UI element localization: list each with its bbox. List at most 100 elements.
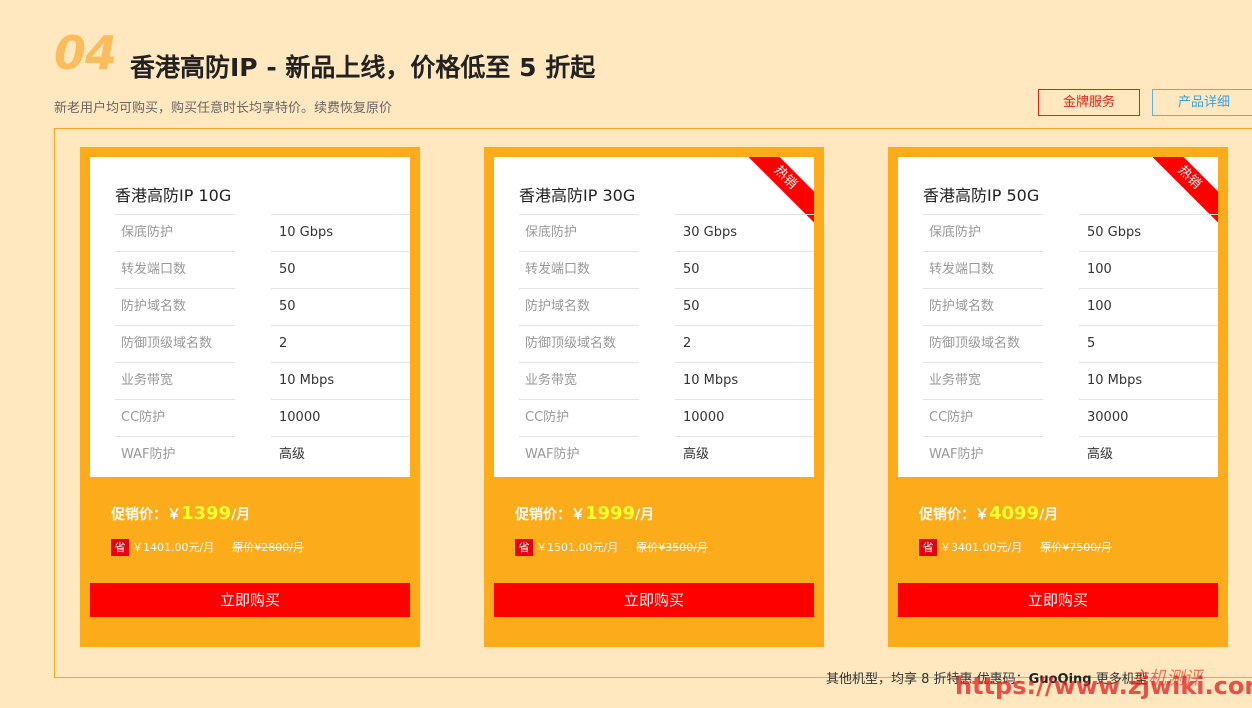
spec-value: 10 Mbps — [271, 362, 410, 399]
spec-key: WAF防护 — [519, 436, 639, 473]
savings-line: 省 ￥3401.00元/月 原价¥7500/月 — [919, 539, 1112, 556]
spec-value: 30 Gbps — [675, 214, 814, 251]
card-title: 香港高防IP 50G — [923, 186, 1040, 205]
spec-row: WAF防护 高级 — [519, 436, 814, 473]
save-amount: ￥1401.00元/月 — [132, 541, 215, 554]
spec-row: CC防护 30000 — [923, 399, 1218, 436]
spec-row: 防御顶级域名数 2 — [519, 325, 814, 362]
spec-key: CC防护 — [923, 399, 1043, 436]
spec-list: 保底防护 50 Gbps 转发端口数 100 防护域名数 100 防御顶级域名数 5 业… — [923, 214, 1218, 473]
spec-key: 业务带宽 — [519, 362, 639, 399]
spec-value: 10 Mbps — [675, 362, 814, 399]
original-price: 原价¥7500/月 — [1040, 541, 1112, 554]
product-card-30g: 热销 香港高防IP 30G 保底防护 30 Gbps 转发端口数 50 防护域名数 5… — [484, 147, 824, 647]
spec-key: 保底防护 — [115, 214, 235, 251]
spec-panel: 热销 香港高防IP 30G 保底防护 30 Gbps 转发端口数 50 防护域名数 5… — [494, 157, 814, 477]
spec-row: 转发端口数 50 — [115, 251, 410, 288]
spec-row: 保底防护 10 Gbps — [115, 214, 410, 251]
spec-value: 50 Gbps — [1079, 214, 1218, 251]
promo-price: 促销价：￥1999/月 — [515, 503, 654, 524]
spec-key: WAF防护 — [923, 436, 1043, 473]
spec-key: 防御顶级域名数 — [519, 325, 639, 362]
price-unit: /月 — [635, 507, 655, 523]
spec-row: 防护域名数 100 — [923, 288, 1218, 325]
spec-value: 50 — [675, 288, 814, 325]
spec-row: CC防护 10000 — [519, 399, 814, 436]
product-card-50g: 热销 香港高防IP 50G 保底防护 50 Gbps 转发端口数 100 防护域名数… — [888, 147, 1228, 647]
spec-row: CC防护 10000 — [115, 399, 410, 436]
spec-row: 保底防护 30 Gbps — [519, 214, 814, 251]
spec-value: 10000 — [271, 399, 410, 436]
spec-key: WAF防护 — [115, 436, 235, 473]
savings-line: 省 ￥1401.00元/月 原价¥2800/月 — [111, 539, 304, 556]
spec-value: 高级 — [1079, 436, 1218, 473]
watermark-url: https://www.zjwiki.com — [955, 672, 1252, 700]
spec-panel: 热销 香港高防IP 50G 保底防护 50 Gbps 转发端口数 100 防护域名数… — [898, 157, 1218, 477]
buy-now-button[interactable]: 立即购买 — [494, 583, 814, 617]
spec-key: 防御顶级域名数 — [115, 325, 235, 362]
spec-value: 50 — [271, 251, 410, 288]
section-number: 04 — [54, 26, 117, 80]
spec-key: 转发端口数 — [115, 251, 235, 288]
price-label: 促销价：￥ — [919, 507, 989, 523]
spec-key: 防护域名数 — [115, 288, 235, 325]
savings-line: 省 ￥1501.00元/月 原价¥3500/月 — [515, 539, 708, 556]
spec-key: 防护域名数 — [519, 288, 639, 325]
spec-key: 转发端口数 — [519, 251, 639, 288]
spec-value: 10 Gbps — [271, 214, 410, 251]
spec-row: 业务带宽 10 Mbps — [519, 362, 814, 399]
save-badge: 省 — [111, 539, 129, 556]
spec-key: 防御顶级域名数 — [923, 325, 1043, 362]
card-title: 香港高防IP 30G — [519, 186, 636, 205]
spec-row: 业务带宽 10 Mbps — [115, 362, 410, 399]
save-amount: ￥1501.00元/月 — [536, 541, 619, 554]
spec-value: 2 — [271, 325, 410, 362]
spec-value: 5 — [1079, 325, 1218, 362]
save-amount: ￥3401.00元/月 — [940, 541, 1023, 554]
spec-value: 50 — [271, 288, 410, 325]
spec-value: 10000 — [675, 399, 814, 436]
price-value: 4099 — [989, 503, 1040, 524]
spec-key: 防护域名数 — [923, 288, 1043, 325]
spec-panel: 香港高防IP 10G 保底防护 10 Gbps 转发端口数 50 防护域名数 50 防… — [90, 157, 410, 477]
spec-key: 转发端口数 — [923, 251, 1043, 288]
page-title: 香港高防IP - 新品上线，价格低至 5 折起 — [130, 53, 596, 82]
spec-row: 防御顶级域名数 2 — [115, 325, 410, 362]
spec-value: 30000 — [1079, 399, 1218, 436]
original-price: 原价¥2800/月 — [232, 541, 304, 554]
price-value: 1999 — [585, 503, 636, 524]
card-title: 香港高防IP 10G — [115, 186, 232, 205]
spec-value: 高级 — [271, 436, 410, 473]
product-detail-button[interactable]: 产品详细 — [1152, 89, 1252, 116]
spec-row: 防护域名数 50 — [519, 288, 814, 325]
spec-row: 业务带宽 10 Mbps — [923, 362, 1218, 399]
spec-row: 防护域名数 50 — [115, 288, 410, 325]
spec-row: 防御顶级域名数 5 — [923, 325, 1218, 362]
spec-key: 保底防护 — [923, 214, 1043, 251]
price-value: 1399 — [181, 503, 232, 524]
buy-now-button[interactable]: 立即购买 — [90, 583, 410, 617]
promo-price: 促销价：￥1399/月 — [111, 503, 250, 524]
spec-list: 保底防护 10 Gbps 转发端口数 50 防护域名数 50 防御顶级域名数 2 业务带… — [115, 214, 410, 473]
buy-now-button[interactable]: 立即购买 — [898, 583, 1218, 617]
spec-row: WAF防护 高级 — [115, 436, 410, 473]
price-label: 促销价：￥ — [111, 507, 181, 523]
promo-price: 促销价：￥4099/月 — [919, 503, 1058, 524]
spec-key: 业务带宽 — [115, 362, 235, 399]
spec-list: 保底防护 30 Gbps 转发端口数 50 防护域名数 50 防御顶级域名数 2 业务带… — [519, 214, 814, 473]
spec-value: 50 — [675, 251, 814, 288]
save-badge: 省 — [515, 539, 533, 556]
spec-value: 100 — [1079, 288, 1218, 325]
spec-key: 业务带宽 — [923, 362, 1043, 399]
spec-value: 10 Mbps — [1079, 362, 1218, 399]
spec-value: 2 — [675, 325, 814, 362]
gold-service-button[interactable]: 金牌服务 — [1038, 89, 1140, 116]
spec-row: WAF防护 高级 — [923, 436, 1218, 473]
product-card-10g: 香港高防IP 10G 保底防护 10 Gbps 转发端口数 50 防护域名数 50 防… — [80, 147, 420, 647]
save-badge: 省 — [919, 539, 937, 556]
spec-row: 保底防护 50 Gbps — [923, 214, 1218, 251]
page-subtitle: 新老用户均可购买，购买任意时长均享特价。续费恢复原价 — [54, 101, 393, 116]
spec-row: 转发端口数 100 — [923, 251, 1218, 288]
original-price: 原价¥3500/月 — [636, 541, 708, 554]
watermark-text: 主机测评 — [1130, 668, 1202, 689]
